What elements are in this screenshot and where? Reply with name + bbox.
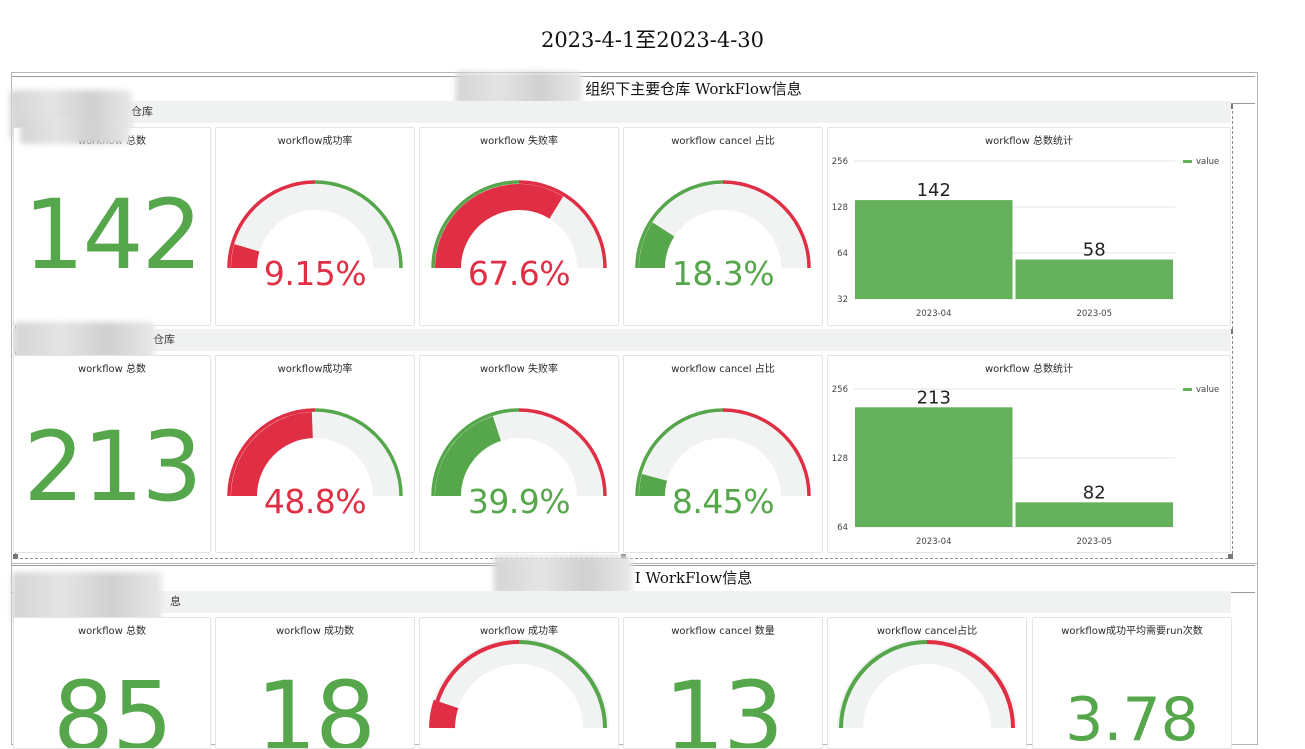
y-tick-label: 128 [832,454,848,464]
bar-chart: 256 128 64 213 2023-04 82 2023-05 value [832,385,1219,547]
y-tick-label: 256 [832,157,848,167]
resize-handle-bl[interactable] [13,554,18,559]
s2-success-rate-panel[interactable]: workflow 成功率 [419,617,619,749]
big-stat-value: 18 [255,661,376,749]
panel-title: workflow 总数 [78,626,146,637]
gauge-value-text: 48.8% [263,482,367,521]
big-stat-value: 213 [23,411,202,523]
big-stat-value: 85 [52,661,173,749]
group2-gauge-failure[interactable]: workflow 失败率 39.9% [419,355,619,553]
bar-chart: 256 128 64 32 142 2023-04 58 2023-05 value [832,157,1219,319]
bar-value-label: 213 [917,387,951,408]
s2-cancel-ratio-panel[interactable]: workflow cancel占比 [827,617,1027,749]
gauge-value-text: 67.6% [467,254,571,293]
section1-header: 组织下主要仓库 WorkFlow信息 [12,76,1255,104]
s2-avg-runs-panel[interactable]: workflow成功平均需要run次数 3.78 [1032,617,1232,749]
group1-total-title-redaction [20,118,130,144]
gauge-chart [431,180,607,269]
gauge-value-text: 9.15% [263,254,367,293]
group1-label: 仓库 [131,105,153,118]
s2-success-count-panel[interactable]: workflow 成功数 18 [215,617,415,749]
gauge-value-text: 18.3% [671,254,775,293]
panel-title: workflow 总数 [78,364,146,375]
bar-value-label: 58 [1083,240,1106,261]
group1-bar-panel[interactable]: workflow 总数统计 256 128 64 32 142 2023-04 58 2023-… [827,127,1231,326]
bar[interactable] [855,407,1013,527]
y-tick-label: 64 [837,523,848,533]
gauge-chart [227,408,403,497]
group2-bar-panel[interactable]: workflow 总数统计 256 128 64 213 2023-04 82 2023-05… [827,355,1231,553]
y-tick-label: 128 [832,203,848,213]
x-tick-label: 2023-05 [1076,537,1112,547]
legend-label[interactable]: value [1196,385,1219,395]
group1-total-panel[interactable]: workflow 总数 142 [13,127,211,326]
bar-value-label: 142 [917,180,951,201]
y-tick-label: 256 [832,385,848,395]
x-tick-label: 2023-05 [1076,309,1112,319]
cancel-ratio-gauge [837,638,1017,729]
gauge-value-text: 8.45% [671,482,775,521]
gauge-chart [431,408,607,497]
section2-header-redaction [494,556,632,596]
group2-gauge-cancel[interactable]: workflow cancel 占比 8.45% [623,355,823,553]
page-title: 2023-4-1至2023-4-30 [540,28,765,52]
group2-gauge-success[interactable]: workflow成功率 48.8% [215,355,415,553]
group1-bar[interactable]: 仓库 [13,101,1231,123]
section2-header: I WorkFlow信息 [12,565,1255,593]
panel-title: workflow 成功数 [276,626,354,637]
gauge-value-text: 39.9% [467,482,571,521]
bar[interactable] [1015,259,1174,299]
success-rate-gauge [429,638,609,729]
gauge-chart [635,408,811,497]
legend-swatch [1183,160,1192,163]
group2-bar[interactable]: 仓库 [13,329,1231,351]
panel-title: workflow成功平均需要run次数 [1061,626,1203,637]
bar[interactable] [1015,502,1174,527]
s2-total-panel[interactable]: workflow 总数 85 [13,617,211,749]
big-stat-value: 13 [663,661,784,749]
group1-gauge-success[interactable]: workflow成功率 9.15% [215,127,415,326]
x-tick-label: 2023-04 [916,309,952,319]
section2-group-redaction [12,572,162,622]
group2-label: 仓库 [153,333,175,346]
gauge-chart [227,180,403,269]
section2-group-label: 息 [170,595,181,608]
y-tick-label: 32 [837,295,848,305]
bar[interactable] [855,200,1013,299]
legend-label[interactable]: value [1196,157,1219,167]
big-stat-value: 142 [23,179,202,291]
y-tick-label: 64 [837,249,848,259]
legend-swatch [1183,388,1192,391]
section2-group-bar[interactable]: 息 [13,591,1231,613]
group1-gauge-failure[interactable]: workflow 失败率 67.6% [419,127,619,326]
group2-total-panel[interactable]: workflow 总数 213 [13,355,211,553]
big-stat-value: 3.78 [1065,685,1199,749]
x-tick-label: 2023-04 [916,537,952,547]
group1-gauge-cancel[interactable]: workflow cancel 占比 18.3% [623,127,823,326]
panel-title: workflow cancel 数量 [671,626,775,637]
s2-cancel-count-panel[interactable]: workflow cancel 数量 13 [623,617,823,749]
resize-handle-br[interactable] [1228,554,1233,559]
gauge-chart [635,180,811,269]
bar-value-label: 82 [1083,482,1106,503]
